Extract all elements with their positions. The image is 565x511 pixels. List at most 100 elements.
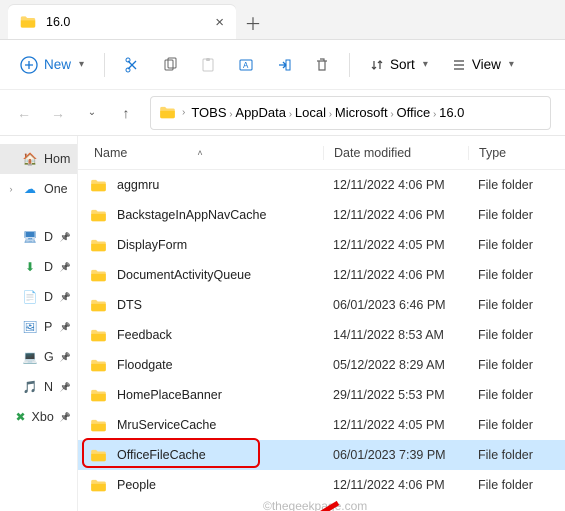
sidebar-item[interactable]: ⬇D📌 bbox=[0, 252, 77, 282]
sort-icon bbox=[370, 58, 384, 72]
back-button[interactable]: ← bbox=[14, 105, 34, 121]
sidebar-item-label: D bbox=[44, 260, 53, 274]
column-type[interactable]: Type bbox=[468, 146, 565, 160]
up-button[interactable]: ↑ bbox=[116, 105, 136, 121]
tab-bar: 16.0 × ＋ bbox=[0, 0, 565, 40]
pin-icon: 📌 bbox=[60, 382, 71, 393]
file-name: Feedback bbox=[117, 328, 172, 342]
table-row[interactable]: DisplayForm12/11/2022 4:05 PMFile folder bbox=[78, 230, 565, 260]
file-date: 12/11/2022 4:06 PM bbox=[323, 208, 468, 222]
sidebar-item[interactable]: 📄D📌 bbox=[0, 282, 77, 312]
folder-icon bbox=[90, 419, 107, 432]
chevron-down-icon: ▾ bbox=[423, 59, 428, 70]
table-row[interactable]: aggmru 12/11/2022 4:06 PMFile folder bbox=[78, 170, 565, 200]
sidebar-item[interactable]: ›☁One bbox=[0, 174, 77, 204]
sidebar-item[interactable]: 🎵N📌 bbox=[0, 372, 77, 402]
breadcrumb-item[interactable]: Office bbox=[396, 105, 430, 120]
folder-icon bbox=[90, 239, 107, 252]
file-name: HomePlaceBanner bbox=[117, 388, 222, 402]
chevron-right-icon: › bbox=[430, 109, 439, 120]
tab-title: 16.0 bbox=[46, 15, 70, 29]
table-row[interactable]: People12/11/2022 4:06 PMFile folder bbox=[78, 470, 565, 500]
file-name: aggmru bbox=[117, 178, 159, 192]
table-row[interactable]: Feedback14/11/2022 8:53 AMFile folder bbox=[78, 320, 565, 350]
sidebar-item[interactable]: 💻G📌 bbox=[0, 342, 77, 372]
table-row[interactable]: MruServiceCache12/11/2022 4:05 PMFile fo… bbox=[78, 410, 565, 440]
folder-icon bbox=[90, 329, 107, 342]
file-name: BackstageInAppNavCache bbox=[117, 208, 266, 222]
file-name: DisplayForm bbox=[117, 238, 187, 252]
sidebar-item[interactable]: ✖Xbo📌 bbox=[0, 402, 77, 432]
column-name-label: Name bbox=[94, 146, 127, 160]
sidebar-item-label: N bbox=[44, 380, 53, 394]
view-button[interactable]: View ▾ bbox=[442, 48, 524, 82]
sort-button[interactable]: Sort ▾ bbox=[360, 48, 438, 82]
paste-button[interactable] bbox=[191, 48, 225, 82]
file-list: Name ˄ Date modified Type aggmru 12/11/20… bbox=[78, 136, 565, 511]
folder-icon bbox=[90, 299, 107, 312]
table-row[interactable]: Floodgate 05/12/2022 8:29 AMFile folder bbox=[78, 350, 565, 380]
file-type: File folder bbox=[468, 358, 565, 372]
pin-icon: 📌 bbox=[60, 322, 71, 333]
navigation-bar: ← → ⌄ ↑ › TOBS › AppData › Local › Micro… bbox=[0, 90, 565, 136]
table-row[interactable]: DocumentActivityQueue12/11/2022 4:06 PMF… bbox=[78, 260, 565, 290]
copy-button[interactable] bbox=[153, 48, 187, 82]
sidebar-item[interactable]: 🏠Hom bbox=[0, 144, 77, 174]
breadcrumb-item[interactable]: Local bbox=[295, 105, 326, 120]
window-tab[interactable]: 16.0 × bbox=[8, 5, 236, 39]
file-name: MruServiceCache bbox=[117, 418, 216, 432]
file-type: File folder bbox=[468, 328, 565, 342]
cut-button[interactable] bbox=[115, 48, 149, 82]
file-type: File folder bbox=[468, 238, 565, 252]
delete-button[interactable] bbox=[305, 48, 339, 82]
folder-icon bbox=[90, 479, 107, 492]
address-bar[interactable]: › TOBS › AppData › Local › Microsoft › O… bbox=[150, 96, 551, 130]
download-icon: ⬇ bbox=[22, 259, 38, 275]
breadcrumb-item[interactable]: Microsoft bbox=[335, 105, 388, 120]
file-date: 12/11/2022 4:06 PM bbox=[323, 178, 468, 192]
file-type: File folder bbox=[468, 388, 565, 402]
trash-icon bbox=[314, 57, 330, 73]
table-row[interactable]: OfficeFileCache06/01/2023 7:39 PMFile fo… bbox=[78, 440, 565, 470]
file-date: 29/11/2022 5:53 PM bbox=[323, 388, 468, 402]
file-type: File folder bbox=[468, 418, 565, 432]
pin-icon: 📌 bbox=[60, 412, 71, 423]
desktop-icon: 🖥 bbox=[22, 229, 38, 245]
breadcrumb-item[interactable]: TOBS bbox=[191, 105, 226, 120]
new-tab-button[interactable]: ＋ bbox=[236, 5, 270, 39]
picture-icon: 🖼 bbox=[22, 319, 38, 335]
folder-icon bbox=[90, 269, 107, 282]
file-name: People bbox=[117, 478, 156, 492]
file-type: File folder bbox=[468, 178, 565, 192]
paste-icon bbox=[200, 57, 216, 73]
navigation-sidebar: 🏠Hom›☁One🖥D📌⬇D📌📄D📌🖼P📌💻G📌🎵N📌✖Xbo📌 bbox=[0, 136, 78, 511]
sidebar-item-label: D bbox=[44, 230, 53, 244]
sidebar-item[interactable]: 🖥D📌 bbox=[0, 222, 77, 252]
sidebar-item-label: Xbo bbox=[32, 410, 54, 424]
breadcrumb-item[interactable]: 16.0 bbox=[439, 105, 464, 120]
share-button[interactable] bbox=[267, 48, 301, 82]
table-row[interactable]: DTS06/01/2023 6:46 PMFile folder bbox=[78, 290, 565, 320]
column-name[interactable]: Name ˄ bbox=[78, 146, 323, 160]
table-row[interactable]: HomePlaceBanner 29/11/2022 5:53 PMFile fo… bbox=[78, 380, 565, 410]
file-name: Floodgate bbox=[117, 358, 173, 372]
rename-button[interactable]: A bbox=[229, 48, 263, 82]
chevron-right-icon: › bbox=[326, 109, 335, 120]
expand-icon[interactable]: › bbox=[6, 184, 16, 194]
column-headers: Name ˄ Date modified Type bbox=[78, 136, 565, 170]
table-row[interactable]: BackstageInAppNavCache 12/11/2022 4:06 PM… bbox=[78, 200, 565, 230]
breadcrumb-item[interactable]: AppData bbox=[235, 105, 286, 120]
file-date: 06/01/2023 6:46 PM bbox=[323, 298, 468, 312]
divider bbox=[104, 53, 105, 77]
folder-icon bbox=[159, 106, 176, 119]
column-date[interactable]: Date modified bbox=[323, 146, 468, 160]
forward-button[interactable]: → bbox=[48, 105, 68, 121]
folder-icon bbox=[90, 179, 107, 192]
sidebar-item[interactable]: 🖼P📌 bbox=[0, 312, 77, 342]
close-tab-icon[interactable]: × bbox=[215, 14, 224, 31]
new-button[interactable]: New ▾ bbox=[10, 48, 94, 82]
recent-dropdown[interactable]: ⌄ bbox=[82, 107, 102, 118]
file-date: 05/12/2022 8:29 AM bbox=[323, 358, 468, 372]
sidebar-item-label: One bbox=[44, 182, 68, 196]
file-type: File folder bbox=[468, 448, 565, 462]
